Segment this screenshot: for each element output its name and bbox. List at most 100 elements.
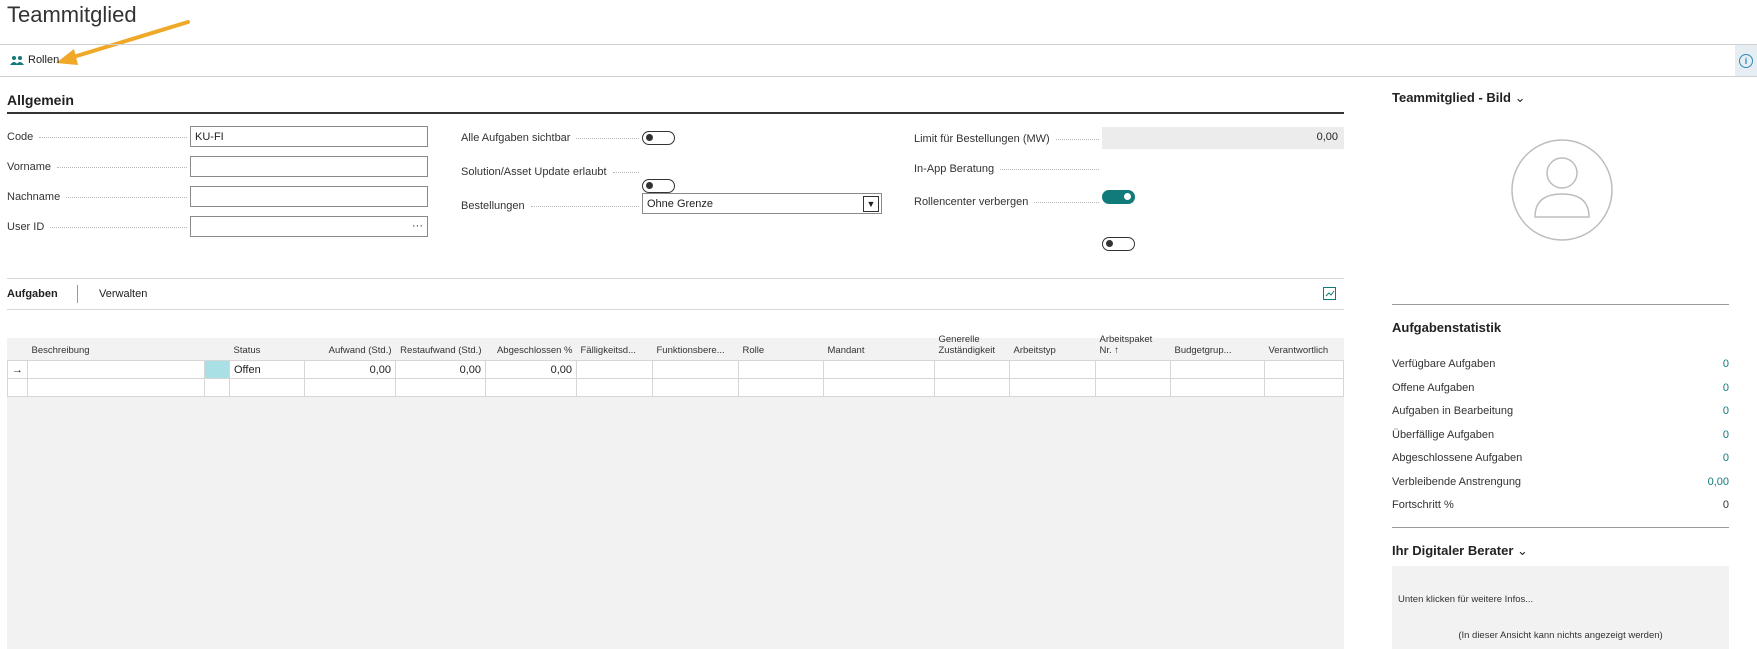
cell[interactable] [395, 378, 486, 397]
picture-panel-title: Teammitglied - Bild [1392, 90, 1511, 105]
col-work-type[interactable]: Arbeitstyp [1010, 318, 1096, 361]
stat-row-completed[interactable]: Abgeschlossene Aufgaben 0 [1392, 452, 1729, 464]
lastname-label: Nachname [7, 191, 187, 203]
col-responsible[interactable]: Verantwortlich [1265, 318, 1344, 361]
firstname-label: Vorname [7, 161, 187, 173]
cell[interactable] [576, 378, 653, 397]
hide-rolecenter-toggle[interactable] [1102, 237, 1135, 251]
completed-cell[interactable]: 0,00 [485, 360, 577, 379]
cell[interactable] [934, 360, 1010, 379]
col-completed[interactable]: Abgeschlossen % [486, 318, 577, 361]
code-label: Code [7, 131, 187, 143]
cell[interactable] [304, 378, 396, 397]
chevron-down-icon[interactable]: ⌄ [1517, 543, 1528, 558]
orders-select[interactable]: Ohne Grenze ▼ [642, 193, 882, 214]
cell[interactable] [1170, 360, 1265, 379]
roles-button-label: Rollen [28, 54, 60, 66]
advisor-panel: Unten klicken für weitere Infos... (In d… [1392, 566, 1729, 649]
picture-panel-heading[interactable]: Teammitglied - Bild ⌄ [1392, 90, 1525, 106]
table-row[interactable] [7, 378, 1344, 397]
solution-update-label: Solution/Asset Update erlaubt [461, 166, 639, 178]
chevron-down-icon[interactable]: ▼ [863, 195, 879, 212]
divider [1392, 527, 1729, 528]
description-cell[interactable] [27, 360, 205, 379]
divider [1392, 304, 1729, 305]
lastname-field[interactable] [190, 186, 428, 207]
cell[interactable] [1095, 360, 1171, 379]
stat-row-remaining-effort[interactable]: Verbleibende Anstrengung 0,00 [1392, 476, 1729, 488]
people-icon [10, 56, 24, 65]
col-role[interactable]: Rolle [739, 318, 824, 361]
col-status[interactable]: Status [230, 318, 305, 361]
firstname-field[interactable] [190, 156, 428, 177]
advisor-heading[interactable]: Ihr Digitaler Berater ⌄ [1392, 543, 1528, 559]
stat-row-in-progress[interactable]: Aufgaben in Bearbeitung 0 [1392, 405, 1729, 417]
hide-rolecenter-label: Rollencenter verbergen [914, 196, 1099, 208]
stat-row-open[interactable]: Offene Aufgaben 0 [1392, 382, 1729, 394]
col-effort[interactable]: Aufwand (Std.) [305, 318, 396, 361]
remaining-cell[interactable]: 0,00 [395, 360, 486, 379]
section-heading-general: Allgemein [7, 92, 1344, 114]
col-budget-group[interactable]: Budgetgrup... [1171, 318, 1265, 361]
col-function[interactable]: Funktionsbere... [653, 318, 739, 361]
roles-button[interactable]: Rollen [10, 54, 59, 66]
all-tasks-visible-toggle[interactable] [642, 131, 675, 145]
cell[interactable] [823, 378, 935, 397]
cell[interactable] [485, 378, 577, 397]
task-stats-heading: Aufgabenstatistik [1392, 320, 1502, 335]
solution-update-toggle[interactable] [642, 179, 675, 193]
row-marker-cell[interactable]: → [7, 360, 28, 379]
table-row[interactable]: → Offen 0,00 0,00 0,00 [7, 360, 1344, 379]
col-due-date[interactable]: Fälligkeitsd... [577, 318, 653, 361]
stat-row-available[interactable]: Verfügbare Aufgaben 0 [1392, 358, 1729, 370]
avatar-placeholder-icon [1511, 139, 1613, 241]
col-company[interactable]: Mandant [824, 318, 935, 361]
info-button[interactable]: i [1735, 45, 1757, 76]
cell[interactable] [204, 378, 230, 397]
col-general-responsibility[interactable]: Generelle Zuständigkeit [935, 318, 1010, 361]
cell[interactable] [229, 378, 305, 397]
cell[interactable] [738, 360, 824, 379]
code-field[interactable] [190, 126, 428, 147]
chevron-down-icon[interactable]: ⌄ [1515, 90, 1526, 105]
expand-icon[interactable] [1323, 287, 1336, 300]
cell[interactable] [823, 360, 935, 379]
cell[interactable] [738, 378, 824, 397]
cell[interactable] [1095, 378, 1171, 397]
userid-field[interactable]: ··· [190, 216, 428, 237]
cell[interactable] [1264, 360, 1344, 379]
inapp-advice-toggle[interactable] [1102, 190, 1135, 204]
orders-select-value: Ohne Grenze [647, 197, 714, 210]
inapp-advice-label: In-App Beratung [914, 163, 1099, 175]
cell[interactable] [7, 378, 28, 397]
col-indicator [205, 318, 230, 361]
action-bar: Rollen i [0, 44, 1757, 77]
tab-aufgaben[interactable]: Aufgaben [7, 288, 58, 300]
orders-label: Bestellungen [461, 200, 639, 212]
cell[interactable] [1009, 378, 1096, 397]
advisor-hint: Unten klicken für weitere Infos... [1398, 594, 1534, 605]
lookup-ellipsis-icon[interactable]: ··· [412, 220, 423, 232]
cell[interactable] [27, 378, 205, 397]
cell[interactable] [934, 378, 1010, 397]
effort-cell[interactable]: 0,00 [304, 360, 396, 379]
stat-row-overdue[interactable]: Überfällige Aufgaben 0 [1392, 429, 1729, 441]
order-limit-value: 0,00 [1102, 127, 1344, 149]
all-tasks-visible-label: Alle Aufgaben sichtbar [461, 132, 639, 144]
cell[interactable] [576, 360, 653, 379]
cell[interactable] [1009, 360, 1096, 379]
order-limit-label: Limit für Bestellungen (MW) [914, 133, 1099, 145]
status-cell[interactable]: Offen [229, 360, 305, 379]
cell[interactable] [1264, 378, 1344, 397]
tab-verwalten[interactable]: Verwalten [99, 288, 147, 300]
cell[interactable] [652, 360, 739, 379]
col-remaining[interactable]: Restaufwand (Std.) [396, 318, 486, 361]
col-work-package[interactable]: Arbeitspaket Nr. ↑ [1096, 318, 1171, 361]
tasks-tabbar: Aufgaben Verwalten [7, 278, 1344, 310]
cell[interactable] [1170, 378, 1265, 397]
cell[interactable] [652, 378, 739, 397]
indicator-cell [204, 360, 230, 379]
col-description[interactable]: Beschreibung [28, 318, 205, 361]
tasks-table: Beschreibung Status Aufwand (Std.) Resta… [7, 318, 1344, 397]
userid-label: User ID [7, 221, 187, 233]
